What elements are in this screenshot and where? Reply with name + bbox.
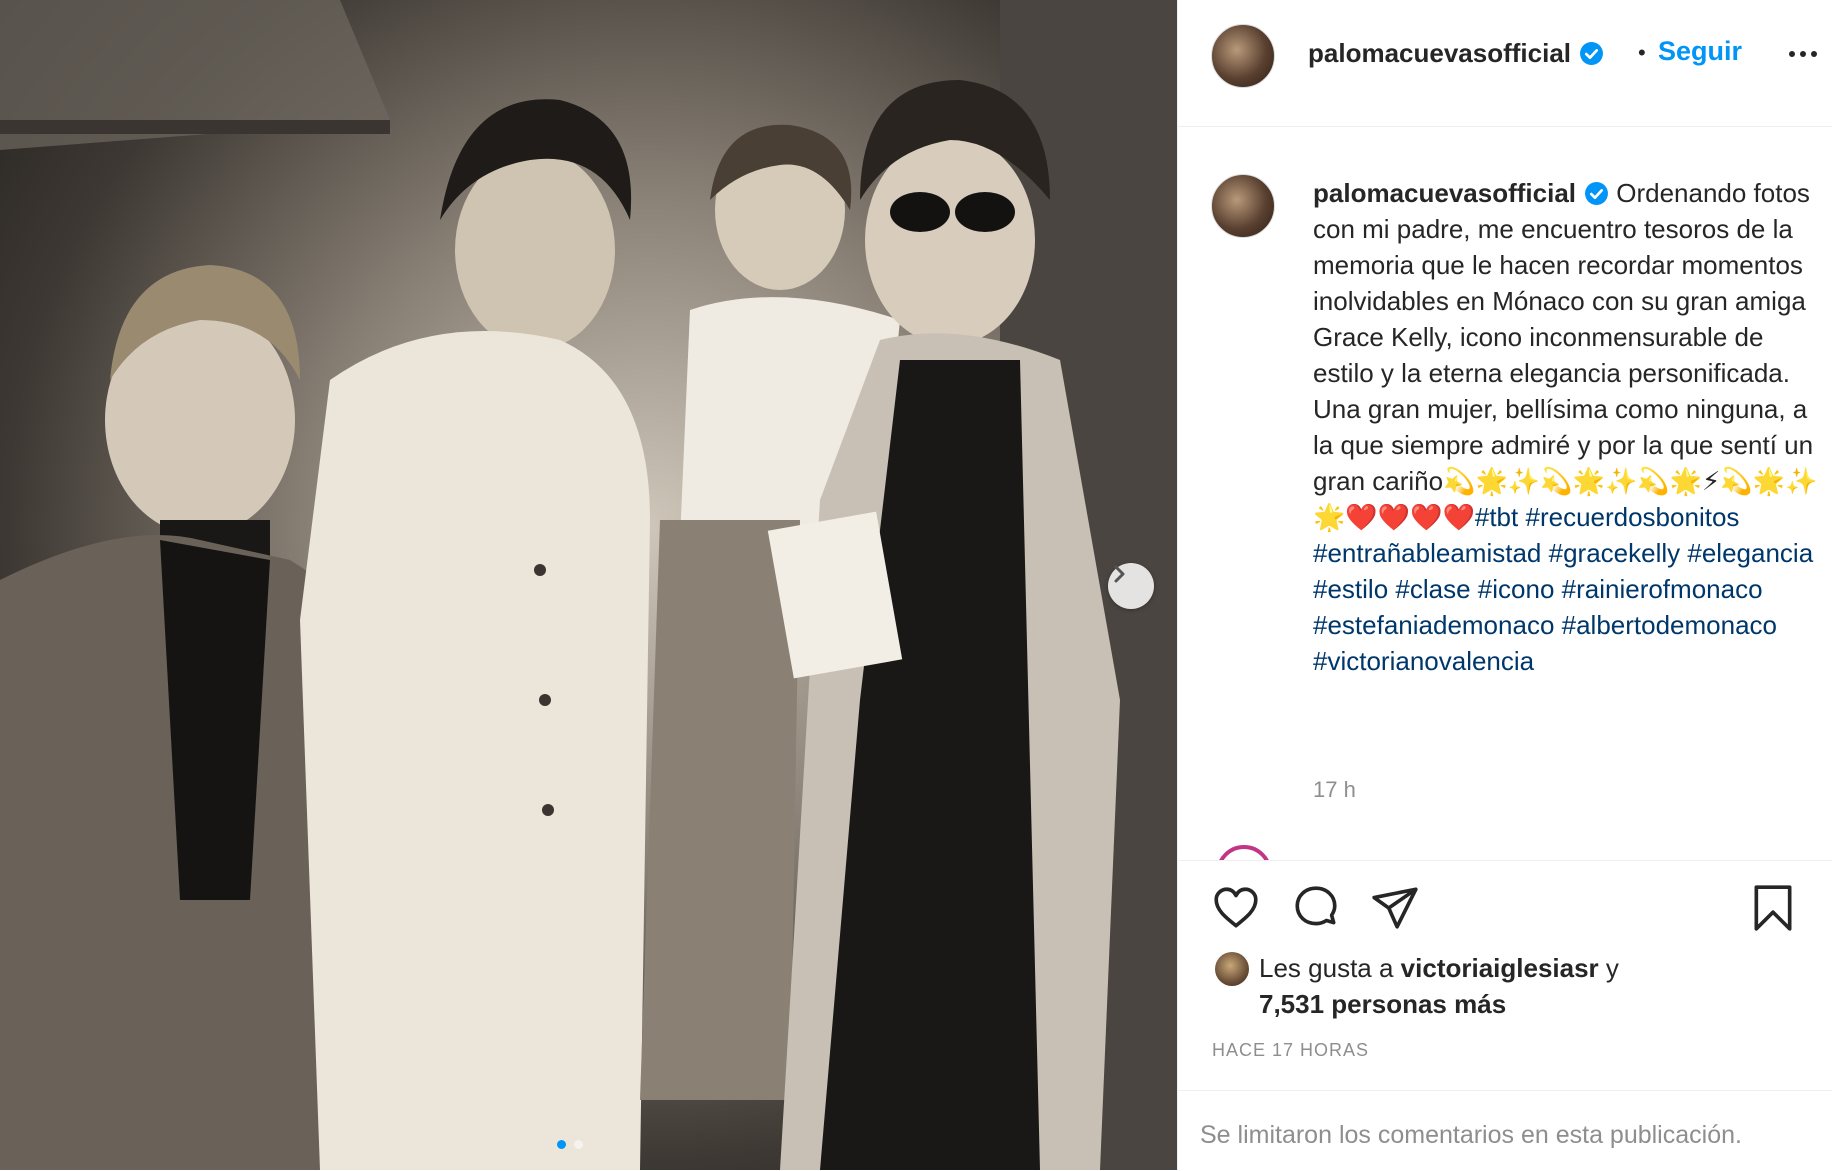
action-bar bbox=[1178, 860, 1832, 941]
likes-others[interactable]: 7,531 personas más bbox=[1259, 989, 1506, 1019]
comments-limited-text: Se limitaron los comentarios en esta pub… bbox=[1200, 1121, 1742, 1149]
hashtag-link[interactable]: #rainierofmonaco bbox=[1562, 574, 1763, 604]
verified-badge-icon bbox=[1580, 42, 1603, 65]
hashtag-link[interactable]: #gracekelly bbox=[1549, 538, 1681, 568]
caption-text: palomacuevasofficial Ordenando fotos con… bbox=[1313, 175, 1818, 679]
post-header: palomacuevasofficial • Seguir bbox=[1178, 0, 1832, 127]
comment-icon[interactable] bbox=[1291, 883, 1341, 933]
caption-time[interactable]: 17 h bbox=[1313, 777, 1356, 803]
hashtag-link[interactable]: #recuerdosbonitos bbox=[1525, 502, 1739, 532]
next-comment-avatar bbox=[1216, 845, 1272, 860]
caption-username[interactable]: palomacuevasofficial bbox=[1313, 178, 1576, 208]
avatar[interactable] bbox=[1211, 24, 1275, 88]
hashtag-link[interactable]: #clase bbox=[1395, 574, 1470, 604]
likes-prefix: Les gusta a bbox=[1259, 953, 1394, 983]
likes-count[interactable]: 7,531 personas más bbox=[1259, 989, 1506, 1020]
hashtag-link[interactable]: #icono bbox=[1478, 574, 1555, 604]
hashtag-link[interactable]: #tbt bbox=[1475, 502, 1518, 532]
more-options-icon[interactable] bbox=[1783, 36, 1823, 72]
share-icon[interactable] bbox=[1370, 883, 1420, 933]
header-username[interactable]: palomacuevasofficial bbox=[1308, 38, 1604, 69]
chevron-right-icon bbox=[1114, 565, 1125, 583]
comments-limited-notice: Se limitaron los comentarios en esta pub… bbox=[1178, 1090, 1832, 1171]
caption-area: palomacuevasofficial Ordenando fotos con… bbox=[1178, 127, 1832, 860]
hashtag-link[interactable]: #albertodemonaco bbox=[1562, 610, 1777, 640]
hashtag-link[interactable]: #estefaniademonaco bbox=[1313, 610, 1554, 640]
follow-button[interactable]: Seguir bbox=[1658, 36, 1742, 67]
caption-body: Ordenando fotos con mi padre, me encuent… bbox=[1313, 178, 1818, 532]
liker-avatar[interactable] bbox=[1215, 952, 1249, 986]
heart-icon[interactable] bbox=[1211, 883, 1261, 933]
hashtag-link[interactable]: #entrañableamistad bbox=[1313, 538, 1541, 568]
carousel-dot bbox=[574, 1140, 583, 1149]
hashtag-link[interactable]: #victorianovalencia bbox=[1313, 646, 1534, 676]
username-link[interactable]: palomacuevasofficial bbox=[1308, 38, 1571, 68]
next-slide-button[interactable] bbox=[1108, 563, 1154, 609]
likes-connector: y bbox=[1605, 953, 1619, 983]
carousel-dots bbox=[557, 1140, 583, 1149]
photo-illustration bbox=[0, 0, 1177, 1170]
likes-line: Les gusta a victoriaiglesiasr y bbox=[1259, 953, 1619, 984]
separator-dot: • bbox=[1638, 40, 1646, 65]
carousel-dot-active bbox=[557, 1140, 566, 1149]
post-photo[interactable] bbox=[0, 0, 1177, 1170]
hashtag-link[interactable]: #elegancia bbox=[1687, 538, 1813, 568]
hashtag-link[interactable]: #estilo bbox=[1313, 574, 1388, 604]
caption-avatar[interactable] bbox=[1211, 174, 1275, 238]
liker-username[interactable]: victoriaiglesiasr bbox=[1401, 953, 1599, 983]
bookmark-icon[interactable] bbox=[1748, 883, 1798, 933]
post-side-panel: palomacuevasofficial • Seguir palomacuev… bbox=[1177, 0, 1832, 1170]
verified-badge-icon bbox=[1585, 182, 1608, 205]
post-timestamp[interactable]: HACE 17 HORAS bbox=[1212, 1040, 1369, 1061]
